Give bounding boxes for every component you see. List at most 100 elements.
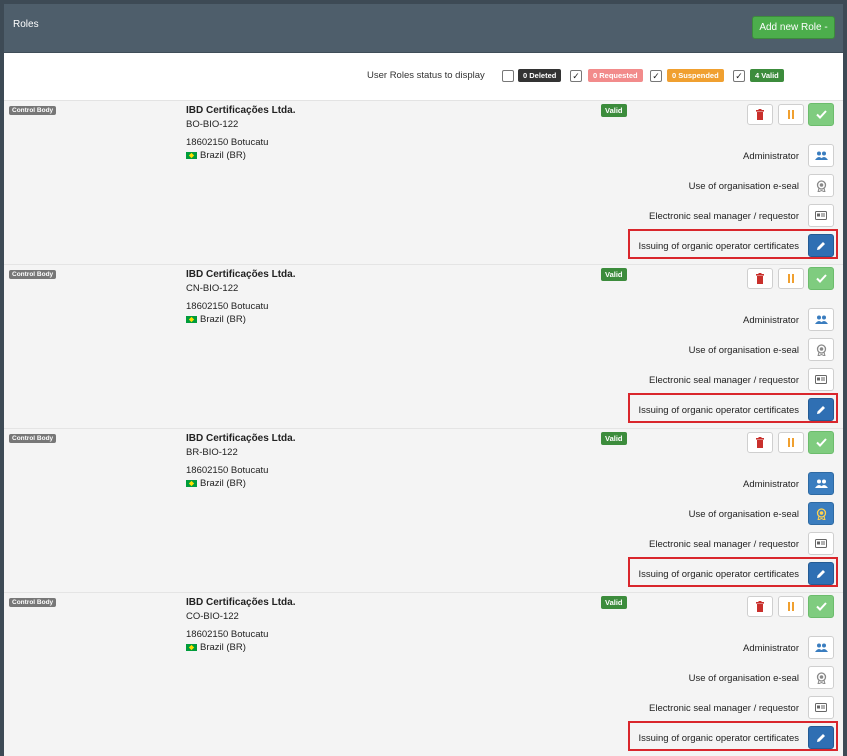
- status-badge: Valid: [601, 596, 627, 609]
- badge-deleted: 0 Deleted: [518, 69, 562, 82]
- check-icon: [815, 274, 827, 283]
- status-badge: Valid: [601, 104, 627, 117]
- permission-issuing-label: Issuing of organic operator certificates: [638, 569, 799, 580]
- permission-eseal-manager-button[interactable]: [808, 696, 834, 719]
- organisation-code: BO-BIO-122: [186, 119, 239, 130]
- permission-eseal-manager-label: Electronic seal manager / requestor: [649, 703, 799, 714]
- country-label: Brazil (BR): [200, 150, 246, 161]
- permission-administrator-label: Administrator: [743, 479, 799, 490]
- country-label: Brazil (BR): [200, 314, 246, 325]
- organisation-name: IBD Certificações Ltda.: [186, 105, 296, 116]
- filter-checkbox-suspended[interactable]: ✓: [650, 70, 662, 82]
- role-card: Control Body IBD Certificações Ltda. CO-…: [4, 593, 843, 756]
- pause-icon: [788, 602, 794, 611]
- permission-administrator-button[interactable]: [808, 636, 834, 659]
- role-card: Control Body IBD Certificações Ltda. CN-…: [4, 265, 843, 429]
- pencil-icon: [817, 405, 825, 414]
- trash-icon: [756, 437, 764, 448]
- permission-eseal-use-label: Use of organisation e-seal: [688, 345, 799, 356]
- organisation-code: CN-BIO-122: [186, 283, 239, 294]
- users-icon: [814, 479, 828, 488]
- permission-administrator-button[interactable]: [808, 308, 834, 331]
- seal-icon: [816, 179, 826, 192]
- pencil-icon: [817, 569, 825, 578]
- check-icon: [815, 110, 827, 119]
- pencil-icon: [817, 241, 825, 250]
- roles-list: Control Body IBD Certificações Ltda. BO-…: [4, 101, 843, 756]
- brazil-flag-icon: [186, 480, 197, 487]
- status-badge: Valid: [601, 432, 627, 445]
- permission-issuing-label: Issuing of organic operator certificates: [638, 241, 799, 252]
- permission-administrator-button[interactable]: [808, 144, 834, 167]
- country-label: Brazil (BR): [200, 642, 246, 653]
- users-icon: [814, 643, 828, 652]
- permission-eseal-manager-button[interactable]: [808, 368, 834, 391]
- page-title: Roles: [13, 19, 39, 30]
- permission-eseal-use-label: Use of organisation e-seal: [688, 673, 799, 684]
- permission-administrator-label: Administrator: [743, 643, 799, 654]
- organisation-name: IBD Certificações Ltda.: [186, 433, 296, 444]
- permission-eseal-use-button[interactable]: [808, 174, 834, 197]
- id-card-icon: [815, 375, 827, 384]
- filter-checkbox-requested[interactable]: ✓: [570, 70, 582, 82]
- organisation-address: 18602150 Botucatu: [186, 301, 269, 312]
- seal-icon: [816, 343, 826, 356]
- permission-eseal-manager-button[interactable]: [808, 532, 834, 555]
- suspend-role-button[interactable]: [778, 432, 804, 453]
- status-filter-bar: User Roles status to display 0 Deleted ✓…: [4, 53, 843, 101]
- trash-icon: [756, 601, 764, 612]
- validate-role-button[interactable]: [808, 103, 834, 126]
- country-label: Brazil (BR): [200, 478, 246, 489]
- filter-checkbox-deleted[interactable]: [502, 70, 514, 82]
- organisation-code: CO-BIO-122: [186, 611, 239, 622]
- validate-role-button[interactable]: [808, 267, 834, 290]
- badge-valid: 4 Valid: [750, 69, 784, 82]
- suspend-role-button[interactable]: [778, 104, 804, 125]
- delete-role-button[interactable]: [747, 432, 773, 453]
- permission-eseal-manager-label: Electronic seal manager / requestor: [649, 375, 799, 386]
- validate-role-button[interactable]: [808, 431, 834, 454]
- role-type-tag: Control Body: [9, 598, 57, 607]
- role-type-tag: Control Body: [9, 270, 57, 279]
- pause-icon: [788, 110, 794, 119]
- permission-issuing-button[interactable]: [808, 398, 834, 421]
- delete-role-button[interactable]: [747, 268, 773, 289]
- permission-issuing-button[interactable]: [808, 234, 834, 257]
- delete-role-button[interactable]: [747, 596, 773, 617]
- seal-icon: [816, 671, 826, 684]
- suspend-role-button[interactable]: [778, 596, 804, 617]
- pencil-icon: [817, 733, 825, 742]
- organisation-code: BR-BIO-122: [186, 447, 238, 458]
- suspend-role-button[interactable]: [778, 268, 804, 289]
- validate-role-button[interactable]: [808, 595, 834, 618]
- permission-issuing-button[interactable]: [808, 562, 834, 585]
- permission-administrator-button[interactable]: [808, 472, 834, 495]
- permission-eseal-use-button[interactable]: [808, 666, 834, 689]
- id-card-icon: [815, 539, 827, 548]
- status-badge: Valid: [601, 268, 627, 281]
- pause-icon: [788, 438, 794, 447]
- permission-administrator-label: Administrator: [743, 315, 799, 326]
- delete-role-button[interactable]: [747, 104, 773, 125]
- organisation-address: 18602150 Botucatu: [186, 629, 269, 640]
- filter-checkbox-valid[interactable]: ✓: [733, 70, 745, 82]
- permission-eseal-manager-label: Electronic seal manager / requestor: [649, 211, 799, 222]
- organisation-address: 18602150 Botucatu: [186, 137, 269, 148]
- permission-eseal-manager-label: Electronic seal manager / requestor: [649, 539, 799, 550]
- seal-icon: [816, 507, 826, 520]
- permission-eseal-use-button[interactable]: [808, 502, 834, 525]
- permission-issuing-button[interactable]: [808, 726, 834, 749]
- permission-eseal-use-button[interactable]: [808, 338, 834, 361]
- users-icon: [814, 315, 828, 324]
- organisation-country: Brazil (BR): [186, 150, 246, 161]
- trash-icon: [756, 273, 764, 284]
- permission-eseal-manager-button[interactable]: [808, 204, 834, 227]
- organisation-country: Brazil (BR): [186, 478, 246, 489]
- check-icon: [815, 438, 827, 447]
- organisation-name: IBD Certificações Ltda.: [186, 269, 296, 280]
- permission-eseal-use-label: Use of organisation e-seal: [688, 509, 799, 520]
- users-icon: [814, 151, 828, 160]
- roles-panel: Roles Add new Role - User Roles status t…: [4, 4, 843, 756]
- pause-icon: [788, 274, 794, 283]
- add-new-role-button[interactable]: Add new Role -: [752, 16, 835, 39]
